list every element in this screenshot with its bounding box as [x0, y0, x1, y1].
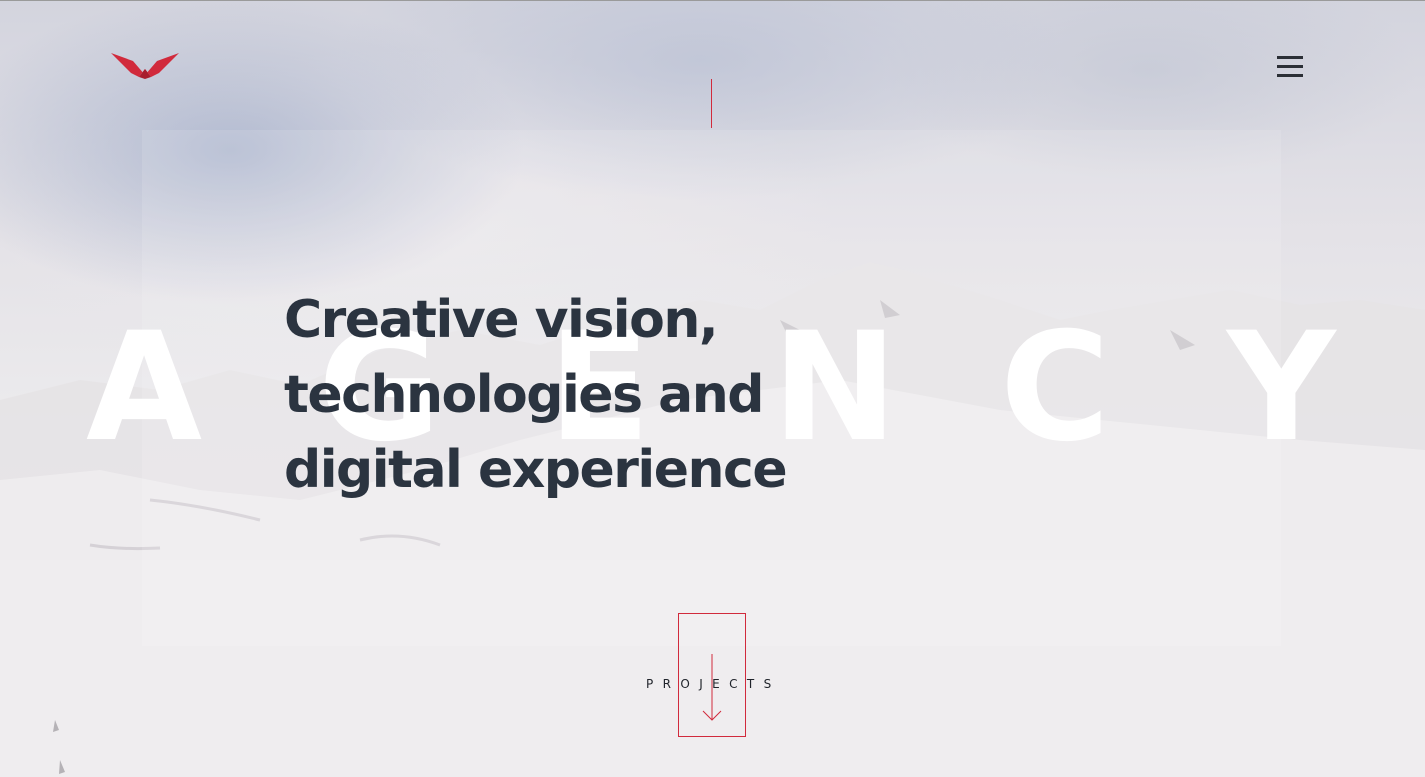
headline-line: technologies and — [284, 365, 764, 425]
decorative-vertical-line — [711, 79, 712, 128]
hamburger-menu-icon[interactable] — [1274, 54, 1306, 80]
hero-headline: Creative vision, technologies and digita… — [284, 283, 844, 508]
headline-line: digital experience — [284, 440, 788, 500]
page: A G E N C Y Creative vision, technologie… — [0, 0, 1425, 777]
background-letter: Y — [1227, 301, 1336, 475]
background-letter: C — [1000, 301, 1111, 475]
arrow-down-icon — [702, 654, 722, 721]
menu-bar — [1277, 65, 1303, 68]
headline-line: Creative vision, — [284, 290, 719, 350]
chevron-logo-icon[interactable] — [111, 53, 179, 79]
top-border — [0, 0, 1425, 1]
menu-bar — [1277, 74, 1303, 77]
background-letter: A — [86, 301, 203, 475]
menu-bar — [1277, 56, 1303, 59]
